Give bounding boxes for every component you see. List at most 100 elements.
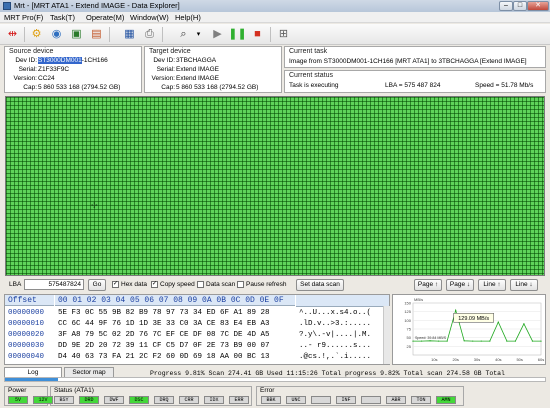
chart-point (497, 321, 499, 323)
chart-point (514, 340, 516, 342)
hex-row-bytes[interactable]: 3F A8 79 5C 02 2D 76 7C EF CE DF 08 7C D… (58, 330, 270, 340)
hex-column-header: 00 01 02 03 04 05 06 07 08 09 0A 0B 0C 0… (55, 295, 295, 306)
target-cap: 5 860 533 168 (2794.52 GB) (176, 84, 259, 91)
chart-point (429, 340, 431, 342)
chart-point (455, 309, 457, 311)
chart-unit-label: MB/s (414, 297, 423, 302)
progress-bar (4, 377, 546, 382)
led-ata-6: IDX (204, 396, 224, 404)
task-text: Image from ST3000DM001-1CH166 [MRT ATA1]… (289, 58, 527, 65)
chevron-down-icon[interactable]: ▾ (191, 27, 206, 42)
chart-x-tick-label: 50s (516, 357, 522, 362)
target-dev-id: 3TBCHAGGA (176, 57, 217, 64)
target-icon[interactable]: ◉ (49, 27, 64, 42)
chart-y-tick-label: 50 (407, 335, 412, 340)
save-icon[interactable]: ▦ (122, 27, 137, 42)
status-bar: Power Status (ATA1) Error 5V 12V BSY DRD DWF… (0, 386, 550, 408)
hex-offset-header: Offset (5, 295, 54, 306)
pause-refresh-label: Pause refresh (246, 281, 287, 288)
chart-point (463, 340, 465, 342)
chart-y-tick-label: 150 (404, 301, 411, 306)
lba-input[interactable]: 575487824 (24, 279, 84, 290)
chart-speed-note: Speed: 39.84 MB/S (415, 336, 447, 340)
target-device-panel: Target device Dev ID: 3TBCHAGGA Serial: … (144, 46, 282, 93)
hex-data-checkbox[interactable]: ✓ (112, 281, 119, 288)
minimize-button[interactable]: – (499, 1, 513, 11)
source-serial: Z1F33F9C (38, 66, 70, 73)
toolbar: ⇹ ⚙ ◉ ▣ ▤ ▦ ⎙ ⌕ ▾ ▶ ❚❚ ■ ⊞ (0, 24, 550, 45)
options-icon[interactable]: ⊞ (276, 27, 291, 42)
source-dev-id-selected[interactable]: ST3000DM001 (38, 57, 82, 64)
source-dev-id-rest: -1CH166 (81, 57, 108, 64)
set-data-scan-button[interactable]: Set data scan (296, 279, 344, 291)
gear-icon[interactable]: ⚙ (29, 27, 44, 42)
led-error-4 (361, 396, 381, 404)
chart-point (472, 340, 474, 342)
chart-x-tick-label: 10s (431, 357, 437, 362)
source-device-panel: Source device Dev ID: ST3000DM001-1CH166… (4, 46, 142, 93)
title-bar: Mrt - [MRT ATA1 - Extend IMAGE - Data Ex… (0, 0, 550, 12)
monitor-icon[interactable]: ▣ (69, 27, 84, 42)
chart-point (540, 340, 542, 342)
chart-point (420, 340, 423, 342)
chart-point (480, 340, 482, 342)
chart-tooltip-text: 129.09 MB/s (458, 316, 489, 322)
chart-point (506, 340, 508, 342)
chart-y-tick-label: 75 (407, 327, 412, 332)
menu-help[interactable]: Help(H) (175, 13, 201, 22)
pause-icon[interactable]: ❚❚ (228, 27, 246, 42)
play-icon[interactable]: ▶ (210, 27, 225, 42)
status-text: Task is executing (289, 82, 339, 89)
chart-x-tick-label: 40s (495, 357, 501, 362)
copy-speed-checkbox[interactable]: ✓ (151, 281, 158, 288)
page-down-button[interactable]: Page ↓ (446, 279, 474, 291)
menu-task[interactable]: Task(T) (50, 13, 75, 22)
hex-view[interactable]: Offset 00 01 02 03 04 05 06 07 08 09 0A … (4, 294, 390, 365)
maximize-button[interactable]: □ (513, 1, 527, 11)
status-lba: LBA = 575 487 824 (385, 82, 441, 89)
go-button[interactable]: Go (88, 279, 106, 291)
sector-map-grid[interactable]: ✢ (5, 96, 545, 276)
status-speed: Speed = 51.78 Mb/s (475, 82, 534, 89)
hex-row-bytes[interactable]: DD 9E 2D 20 72 39 11 CF C5 D7 0F 2E 73 B… (58, 341, 270, 351)
chart-point (412, 340, 414, 342)
hex-row-offset: 00000020 (8, 331, 45, 339)
speed-chart-svg: 150 125 100 75 50 25 10s 20s 30s 40s 50s 60s MB/s 129… (404, 297, 544, 362)
hex-scrollbar[interactable] (383, 306, 390, 364)
page-up-button[interactable]: Page ↑ (414, 279, 442, 291)
led-ata-4: DRQ (154, 396, 174, 404)
connect-icon[interactable]: ⇹ (5, 27, 20, 42)
menu-operate[interactable]: Operate(M) (86, 13, 124, 22)
menu-window[interactable]: Window(W) (130, 13, 169, 22)
led-ata-5: CRR (179, 396, 199, 404)
stop-icon[interactable]: ■ (250, 27, 265, 42)
speed-chart: 150 125 100 75 50 25 10s 20s 30s 40s 50s 60s MB/s 129… (392, 294, 546, 365)
chart-point (531, 340, 534, 342)
led-ata-3: DSC (129, 396, 149, 404)
hex-row-bytes[interactable]: CC 6C 44 9F 76 1D 1D 3E 33 C0 3A CE 83 E… (58, 319, 270, 329)
led-ata-2: DWF (104, 396, 124, 404)
print-icon[interactable]: ⎙ (142, 27, 157, 42)
target-serial: Extend IMAGE (176, 66, 219, 73)
search-icon[interactable]: ⌕ (176, 27, 191, 42)
document-icon[interactable]: ▤ (89, 27, 104, 42)
hex-row-offset: 00000010 (8, 320, 45, 328)
line-down-button[interactable]: Line ↓ (510, 279, 538, 291)
chart-point (438, 340, 440, 342)
window-title: Mrt - [MRT ATA1 - Extend IMAGE - Data Ex… (14, 1, 180, 10)
close-button[interactable]: ✕ (527, 1, 549, 11)
chart-point (446, 340, 448, 342)
target-title: Target device (149, 48, 191, 55)
chart-x-tick-label: 20s (452, 357, 458, 362)
menu-mrt-pro[interactable]: MRT Pro(F) (4, 13, 43, 22)
chart-point (489, 340, 491, 342)
data-scan-checkbox[interactable] (197, 281, 204, 288)
hex-row-ascii: .@cs.!,.`.i..... (299, 353, 372, 361)
hex-row-bytes[interactable]: D4 40 63 73 FA 21 2C F2 60 0D 69 18 AA 0… (58, 352, 270, 362)
led-power-1: 12V (33, 396, 53, 404)
pause-refresh-checkbox[interactable] (237, 281, 244, 288)
led-ata-0: BSY (54, 396, 74, 404)
hex-row-bytes[interactable]: 5E F3 0C 55 9B 82 B9 78 97 73 34 ED 6F A… (58, 308, 270, 318)
line-up-button[interactable]: Line ↑ (478, 279, 506, 291)
copy-speed-label: Copy speed (160, 281, 195, 288)
